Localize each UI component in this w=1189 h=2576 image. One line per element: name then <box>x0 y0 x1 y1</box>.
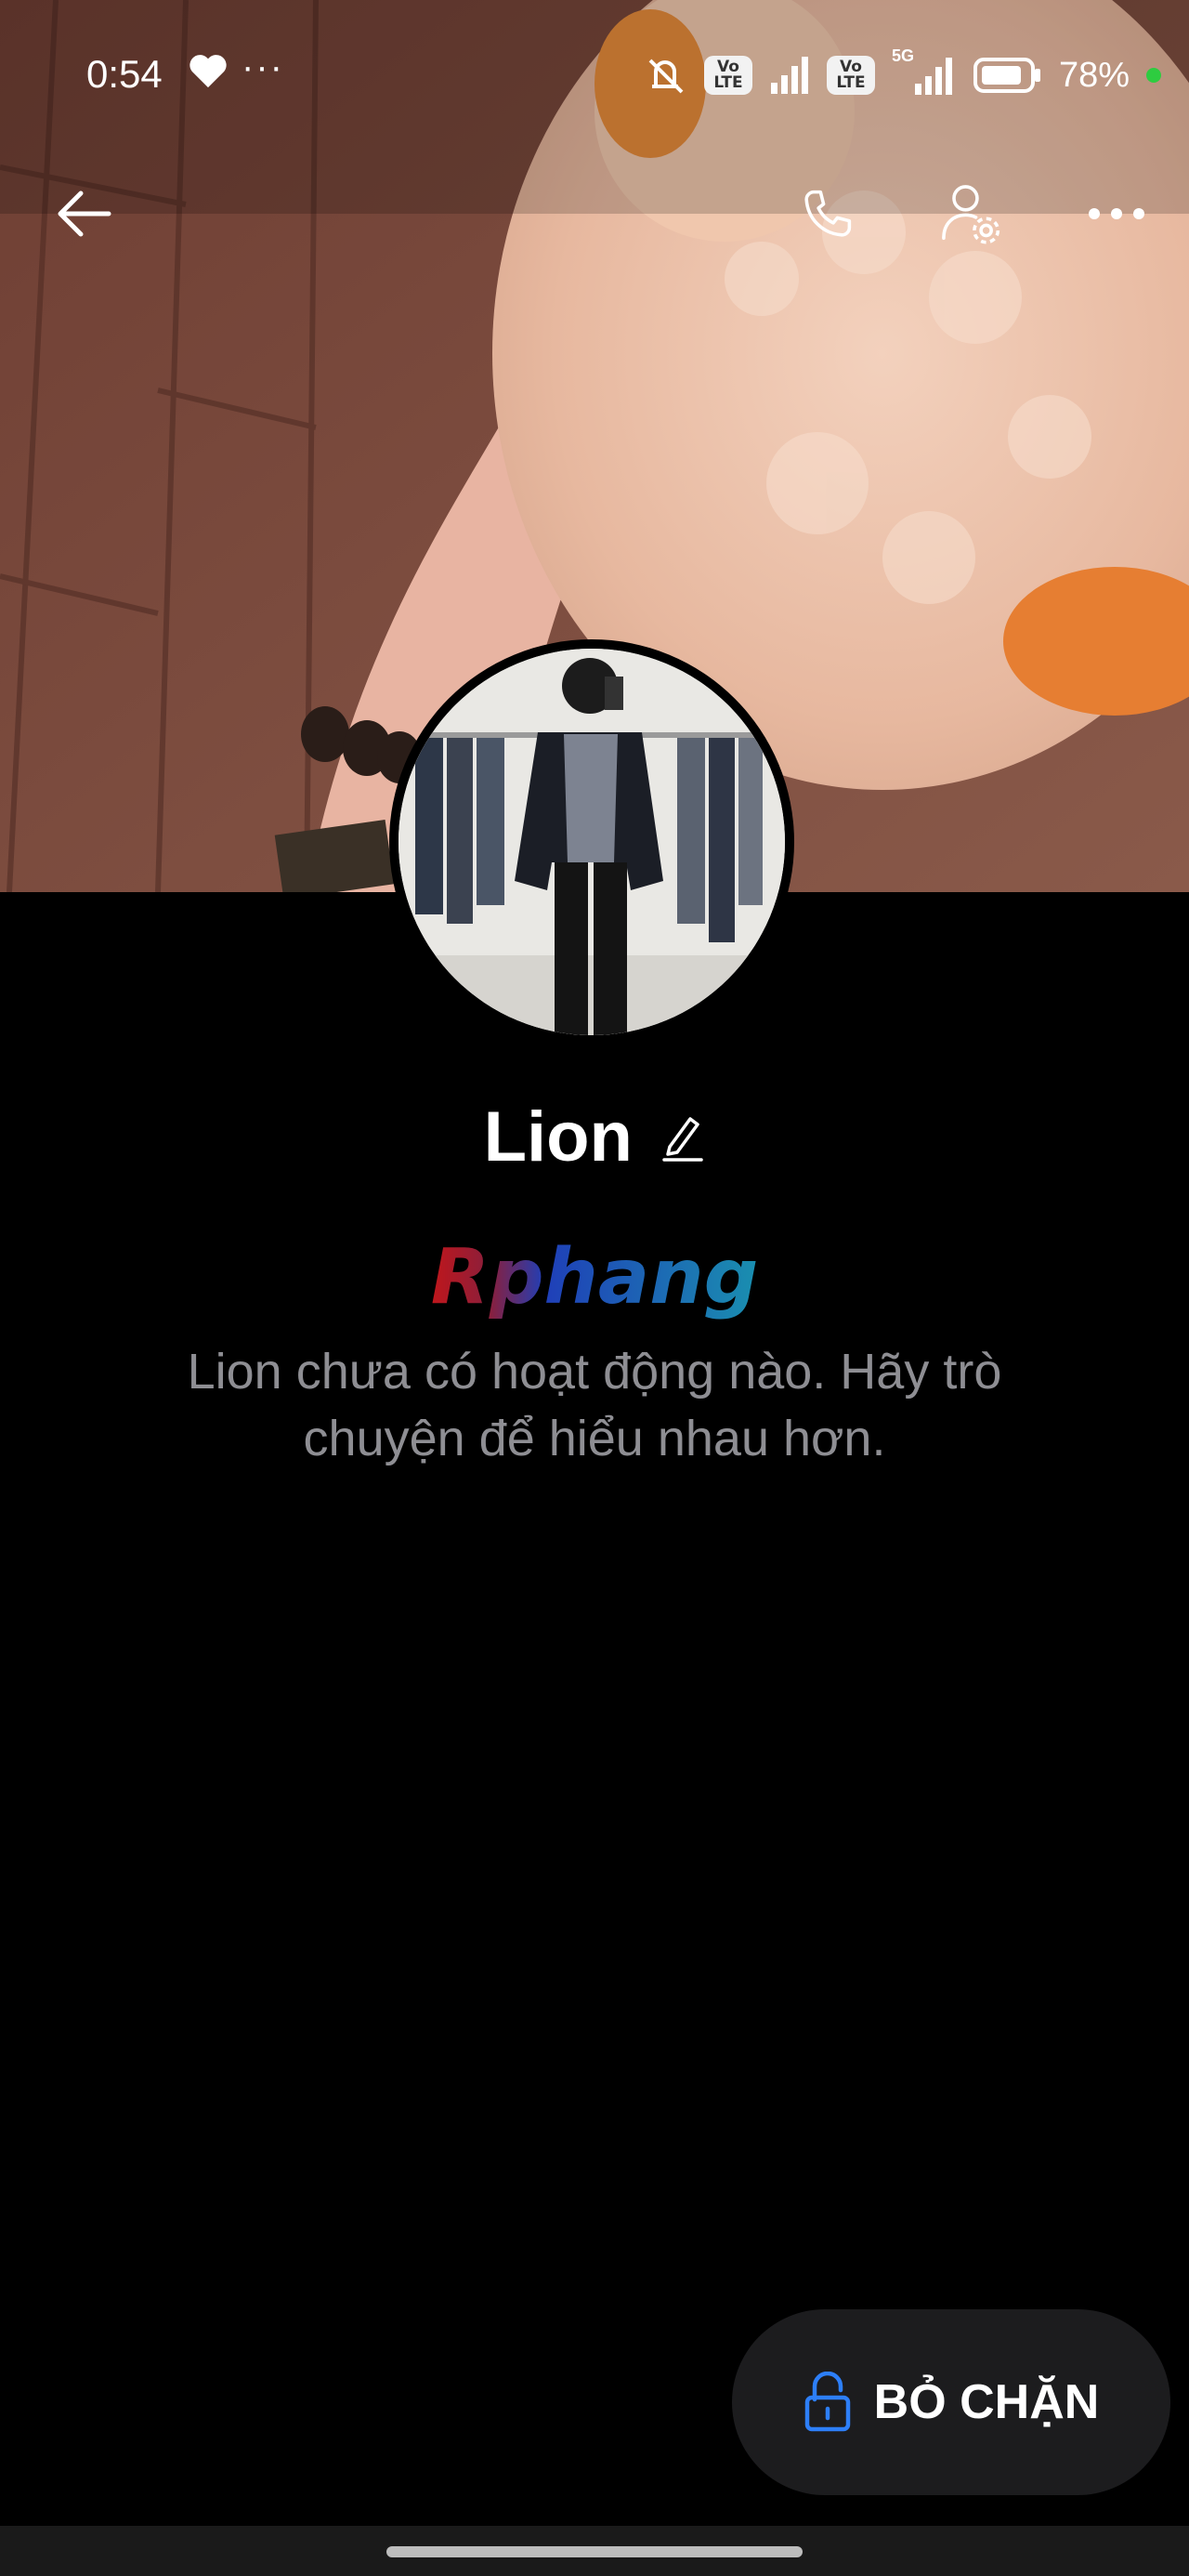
avatar[interactable] <box>389 639 794 1045</box>
more-notifications-icon: ··· <box>242 46 284 87</box>
phone-icon <box>804 190 852 237</box>
back-button[interactable] <box>42 172 125 256</box>
status-indicators: Vo LTE Vo LTE 5G 78% <box>643 46 1162 99</box>
volte-badge-1: Vo LTE <box>704 56 752 95</box>
avatar-image <box>399 649 785 1035</box>
call-button[interactable] <box>786 172 869 256</box>
profile-settings-button[interactable] <box>929 172 1013 256</box>
more-options-button[interactable] <box>1075 172 1158 256</box>
unlock-icon <box>804 2372 850 2432</box>
network-5g-label: 5G <box>892 46 915 65</box>
edit-name-button[interactable] <box>660 1111 705 1163</box>
more-horizontal-icon <box>1089 208 1144 219</box>
signal-icon-1 <box>771 57 808 94</box>
avatar-photo <box>399 649 785 1035</box>
volte-badge-2: Vo LTE <box>827 56 875 95</box>
watermark-text: Rphang <box>431 1236 759 1321</box>
pencil-icon <box>662 1116 704 1162</box>
empty-activity-message: Lion chưa có hoạt động nào. Hãy trò chuy… <box>187 1344 1002 1466</box>
signal-icon-2 <box>915 58 952 95</box>
mute-vibrate-icon <box>648 59 684 94</box>
profile-name-row: Lion <box>0 1097 1189 1177</box>
watermark-logo: Rphang <box>409 1233 780 1329</box>
battery-icon <box>973 58 1040 93</box>
arrow-left-icon <box>58 191 111 237</box>
user-settings-icon <box>942 185 1000 244</box>
home-gesture-handle[interactable] <box>386 2546 803 2557</box>
status-time: 0:54 <box>86 52 163 96</box>
battery-percent: 78% <box>1059 55 1130 95</box>
system-nav-bar <box>0 2526 1189 2576</box>
profile-name: Lion <box>483 1097 633 1176</box>
unblock-label: BỎ CHẶN <box>873 2375 1100 2429</box>
privacy-indicator-dot <box>1146 68 1162 83</box>
status-bar: 0:54 ··· Vo LTE Vo LTE 5G 78% <box>0 45 1189 110</box>
heart-icon <box>188 52 229 99</box>
signal-5g: 5G <box>892 46 957 97</box>
unblock-button[interactable]: BỎ CHẶN <box>732 2309 1170 2495</box>
